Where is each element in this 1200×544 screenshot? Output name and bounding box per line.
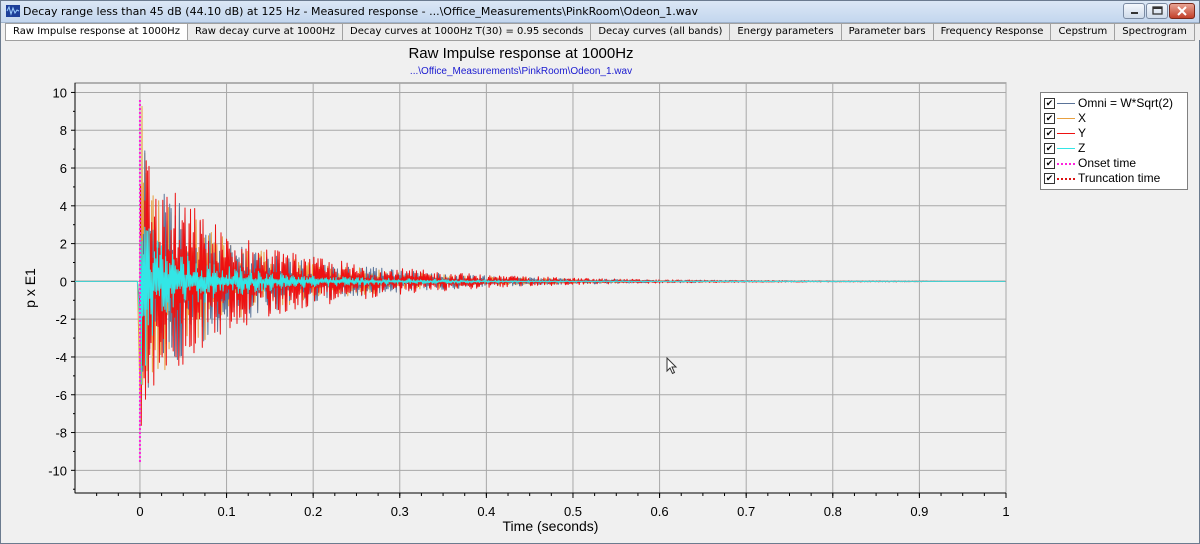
legend-item[interactable]: ✔ X	[1044, 111, 1184, 126]
minimize-icon	[1131, 12, 1138, 14]
y-tick-label: 0	[60, 274, 67, 289]
tab-cepstrum[interactable]: Cepstrum	[1050, 23, 1116, 40]
legend-label: Truncation time	[1078, 171, 1161, 185]
legend-checkbox[interactable]: ✔	[1044, 158, 1055, 169]
x-tick-label: 0.3	[391, 504, 409, 519]
y-tick-label: 8	[60, 123, 67, 138]
x-tick-label: 0	[136, 504, 143, 519]
legend-label: Y	[1078, 126, 1087, 140]
legend-checkbox[interactable]: ✔	[1044, 173, 1055, 184]
legend-item[interactable]: ✔ Onset time	[1044, 156, 1184, 171]
y-tick-label: -8	[55, 426, 67, 441]
mouse-pointer-icon	[666, 357, 678, 375]
x-tick-label: 0.2	[304, 504, 322, 519]
impulse-response-chart[interactable]: 10 8 6 4 2 0 -2 -4 -6 -8 -10 0 0.1 0.2 0.3 0.4 0.5 0.6 0.7…	[1, 1, 1031, 541]
legend-checkbox[interactable]: ✔	[1044, 113, 1055, 124]
app-window: Decay range less than 45 dB (44.10 dB) a…	[0, 0, 1200, 544]
legend-checkbox[interactable]: ✔	[1044, 98, 1055, 109]
y-tick-label: -2	[55, 312, 67, 327]
x-tick-label: 0.7	[737, 504, 755, 519]
legend-swatch	[1057, 148, 1075, 149]
x-axis-label: Time (seconds)	[503, 518, 599, 534]
maximize-icon	[1152, 6, 1163, 15]
legend-swatch	[1057, 133, 1075, 134]
legend-item[interactable]: ✔ Z	[1044, 141, 1184, 156]
legend-label: Onset time	[1078, 156, 1137, 170]
y-tick-label: 4	[60, 199, 67, 214]
legend-label: Omni = W*Sqrt(2)	[1078, 96, 1174, 110]
y-tick-label: -4	[55, 350, 67, 365]
y-tick-label: 2	[60, 237, 67, 252]
legend-swatch	[1057, 103, 1075, 104]
close-button[interactable]	[1169, 3, 1195, 19]
x-tick-label: 0.5	[564, 504, 582, 519]
chart-legend: ✔ Omni = W*Sqrt(2) ✔ X ✔ Y ✔ Z ✔ Onset time ✔ Trunc…	[1040, 92, 1188, 190]
y-tick-label: -6	[55, 388, 67, 403]
y-tick-label: 10	[53, 85, 67, 100]
legend-swatch	[1057, 178, 1075, 180]
legend-label: Z	[1078, 141, 1086, 155]
legend-checkbox[interactable]: ✔	[1044, 143, 1055, 154]
legend-swatch	[1057, 163, 1075, 165]
legend-item[interactable]: ✔ Omni = W*Sqrt(2)	[1044, 96, 1184, 111]
legend-swatch	[1057, 118, 1075, 119]
x-tick-label: 1	[1002, 504, 1009, 519]
minimize-button[interactable]	[1123, 3, 1145, 19]
close-icon	[1177, 6, 1187, 16]
y-axis-label: p x E1	[22, 268, 38, 308]
y-tick-label: -10	[48, 463, 67, 478]
x-tick-label: 0.4	[477, 504, 495, 519]
legend-item[interactable]: ✔ Y	[1044, 126, 1184, 141]
legend-checkbox[interactable]: ✔	[1044, 128, 1055, 139]
x-tick-label: 0.8	[824, 504, 842, 519]
x-tick-label: 0.1	[218, 504, 236, 519]
maximize-button[interactable]	[1146, 3, 1168, 19]
legend-item[interactable]: ✔ Truncation time	[1044, 171, 1184, 186]
legend-label: X	[1078, 111, 1087, 125]
y-tick-label: 6	[60, 161, 67, 176]
x-tick-label: 0.9	[910, 504, 928, 519]
tab-spectrogram[interactable]: Spectrogram	[1114, 23, 1195, 40]
tab-play-it[interactable]: Play it!	[1193, 23, 1200, 40]
x-tick-label: 0.6	[651, 504, 669, 519]
